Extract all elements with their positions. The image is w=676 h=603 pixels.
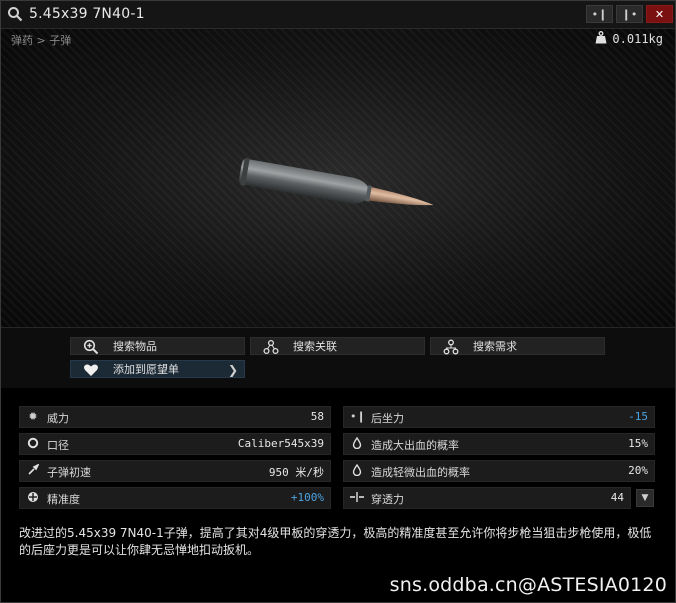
magnifier-plus-icon <box>83 339 99 355</box>
stat-label: 威力 <box>47 412 69 425</box>
search-needs-label: 搜索需求 <box>473 340 517 353</box>
search-related-button[interactable]: 搜索关联 <box>250 337 425 355</box>
stat-label: 造成轻微出血的概率 <box>371 466 470 479</box>
stat-row-damage: ✹ 威力 58 <box>19 406 331 428</box>
weight-value: 0.011kg <box>612 32 663 46</box>
recoil-icon: •❙ <box>350 410 366 423</box>
stat-label: 穿透力 <box>371 493 404 506</box>
stat-value: -15 <box>628 410 648 423</box>
stat-row-recoil: •❙ 后坐力 -15 <box>343 406 655 428</box>
stat-value: 44 <box>610 491 624 504</box>
nodes-tree-icon <box>443 339 459 355</box>
collapse-right-button[interactable]: ❙• <box>616 5 643 23</box>
watermark: sns.oddba.cn@ASTESIA0120 <box>389 574 667 596</box>
item-description: 改进过的5.45x39 7N40-1子弹，提高了其对4级甲板的穿透力，极高的精准… <box>19 526 652 557</box>
search-related-label: 搜索关联 <box>293 340 337 353</box>
stat-row-caliber: 口径 Caliber545x39 <box>19 433 331 455</box>
add-to-wishlist-button[interactable]: 添加到愿望单 ❯ <box>70 360 245 378</box>
stat-row-velocity: 子弹初速 950 米/秒 <box>19 460 331 482</box>
stat-row-penetration: 穿透力 44 ▼ <box>343 487 654 509</box>
collapse-left-button[interactable]: •❙ <box>586 5 613 23</box>
weight-icon <box>595 31 607 44</box>
item-preview: 弹药 > 子弹 0.011kg <box>1 29 675 327</box>
title-bar[interactable]: 5.45x39 7N40-1 •❙ ❙• ✕ <box>1 1 675 29</box>
breadcrumb: 弹药 > 子弹 <box>11 34 72 47</box>
stat-value: 950 米/秒 <box>268 466 324 479</box>
search-icon <box>7 6 23 22</box>
close-button[interactable]: ✕ <box>646 5 673 23</box>
velocity-icon <box>26 463 40 478</box>
stat-label: 口径 <box>47 439 69 452</box>
bullet-image <box>239 157 434 206</box>
stat-value: 15% <box>628 437 648 450</box>
stat-value: 20% <box>628 464 648 477</box>
stat-value: +100% <box>290 491 324 504</box>
search-item-label: 搜索物品 <box>113 340 157 353</box>
stat-label: 后坐力 <box>371 412 404 425</box>
heavy-bleed-icon <box>350 436 364 451</box>
window-title: 5.45x39 7N40-1 <box>29 6 145 22</box>
action-bar: 搜索物品 搜索关联 搜索需求 添加到愿望单 ❯ <box>1 327 675 389</box>
add-to-wishlist-label: 添加到愿望单 <box>113 363 179 376</box>
stat-label: 精准度 <box>47 493 80 506</box>
item-weight: 0.011kg <box>595 31 663 46</box>
search-item-button[interactable]: 搜索物品 <box>70 337 245 355</box>
penetration-icon <box>350 491 364 505</box>
item-inspect-window: 5.45x39 7N40-1 •❙ ❙• ✕ 弹药 > 子弹 0.011kg 搜… <box>0 0 676 603</box>
stat-row-heavy-bleed: 造成大出血的概率 15% <box>343 433 655 455</box>
stat-row-accuracy: 精准度 +100% <box>19 487 331 509</box>
stat-label: 子弹初速 <box>47 466 91 479</box>
stat-value: Caliber545x39 <box>237 437 324 450</box>
damage-icon: ✹ <box>28 410 38 423</box>
stat-label: 造成大出血的概率 <box>371 439 459 452</box>
stats-panel: ✹ 威力 58 口径 Caliber545x39 子弹初速 950 米/秒 精准… <box>1 388 675 602</box>
chevron-down-icon[interactable]: ▼ <box>636 489 654 507</box>
chevron-right-icon: ❯ <box>227 363 238 377</box>
caliber-icon <box>26 437 40 451</box>
stat-row-light-bleed: 造成轻微出血的概率 20% <box>343 460 655 482</box>
stat-value: 58 <box>310 410 324 423</box>
accuracy-icon <box>26 491 40 505</box>
search-needs-button[interactable]: 搜索需求 <box>430 337 605 355</box>
light-bleed-icon <box>350 463 364 478</box>
heart-icon <box>83 362 99 378</box>
nodes-icon <box>263 339 279 355</box>
